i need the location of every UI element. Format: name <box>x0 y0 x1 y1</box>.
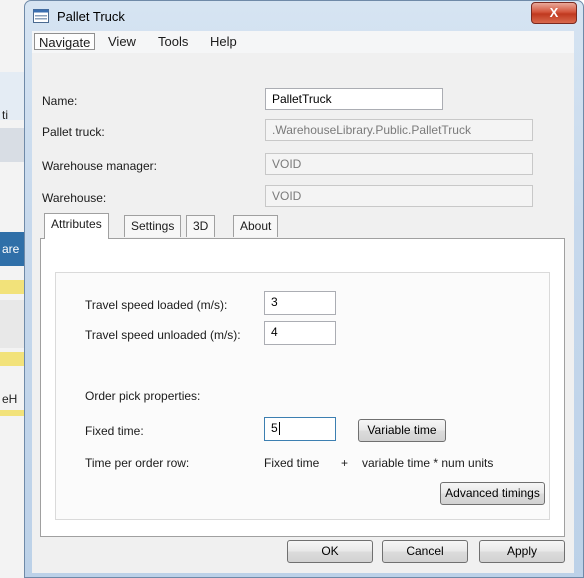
dialog-client-area: Name: PalletTruck Pallet truck: .Warehou… <box>32 53 574 573</box>
tab-attributes[interactable]: Attributes <box>44 213 109 239</box>
fixed-time-value: 5 <box>271 421 278 435</box>
tab-3d[interactable]: 3D <box>186 215 216 237</box>
fixed-time-field[interactable]: 5 <box>264 417 336 441</box>
menu-view[interactable]: View <box>104 33 140 50</box>
pallet-truck-dialog: Pallet Truck X Navigate View Tools Help … <box>24 0 584 578</box>
title-bar[interactable]: Pallet Truck X <box>25 1 583 31</box>
warehouse-manager-label: Warehouse manager: <box>42 159 157 173</box>
attributes-panel: Travel speed loaded (m/s): 3 Travel spee… <box>40 238 565 537</box>
travel-speed-unloaded-label: Travel speed unloaded (m/s): <box>85 328 241 342</box>
tab-settings[interactable]: Settings <box>124 215 182 237</box>
name-field[interactable]: PalletTruck <box>265 88 443 110</box>
pallet-truck-label: Pallet truck: <box>42 125 105 139</box>
ok-button[interactable]: OK <box>287 540 373 563</box>
close-button[interactable]: X <box>531 2 577 24</box>
cancel-button[interactable]: Cancel <box>382 540 468 563</box>
menu-tools[interactable]: Tools <box>154 33 192 50</box>
formula-fixed-time: Fixed time <box>264 456 320 470</box>
apply-button[interactable]: Apply <box>479 540 565 563</box>
time-per-order-row-label: Time per order row: <box>85 456 190 470</box>
formula-variable-time: variable time * num units <box>362 456 494 470</box>
warehouse-field[interactable]: VOID <box>265 185 533 207</box>
background-text-fragment: eH <box>2 392 18 406</box>
background-text-fragment: ti <box>2 108 8 122</box>
warehouse-label: Warehouse: <box>42 191 107 205</box>
pallet-truck-field[interactable]: .WarehouseLibrary.Public.PalletTruck <box>265 119 533 141</box>
warehouse-manager-field[interactable]: VOID <box>265 153 533 175</box>
fixed-time-label: Fixed time: <box>85 424 144 438</box>
travel-speed-unloaded-field[interactable]: 4 <box>264 321 336 345</box>
menu-bar: Navigate View Tools Help <box>32 31 574 54</box>
attributes-group: Travel speed loaded (m/s): 3 Travel spee… <box>55 272 550 520</box>
menu-navigate[interactable]: Navigate <box>34 33 96 50</box>
text-cursor <box>278 422 280 436</box>
formula-plus: + <box>341 456 349 470</box>
variable-time-button[interactable]: Variable time <box>358 419 446 442</box>
background-text-fragment: are <box>2 242 20 256</box>
menu-help[interactable]: Help <box>206 33 241 50</box>
window-title: Pallet Truck <box>57 9 125 24</box>
travel-speed-loaded-label: Travel speed loaded (m/s): <box>85 298 228 312</box>
tab-about[interactable]: About <box>233 215 279 237</box>
name-label: Name: <box>42 94 78 108</box>
order-pick-properties-label: Order pick properties: <box>85 389 201 403</box>
advanced-timings-button[interactable]: Advanced timings <box>440 482 545 505</box>
window-app-icon <box>33 9 49 23</box>
travel-speed-loaded-field[interactable]: 3 <box>264 291 336 315</box>
close-icon: X <box>549 5 559 20</box>
